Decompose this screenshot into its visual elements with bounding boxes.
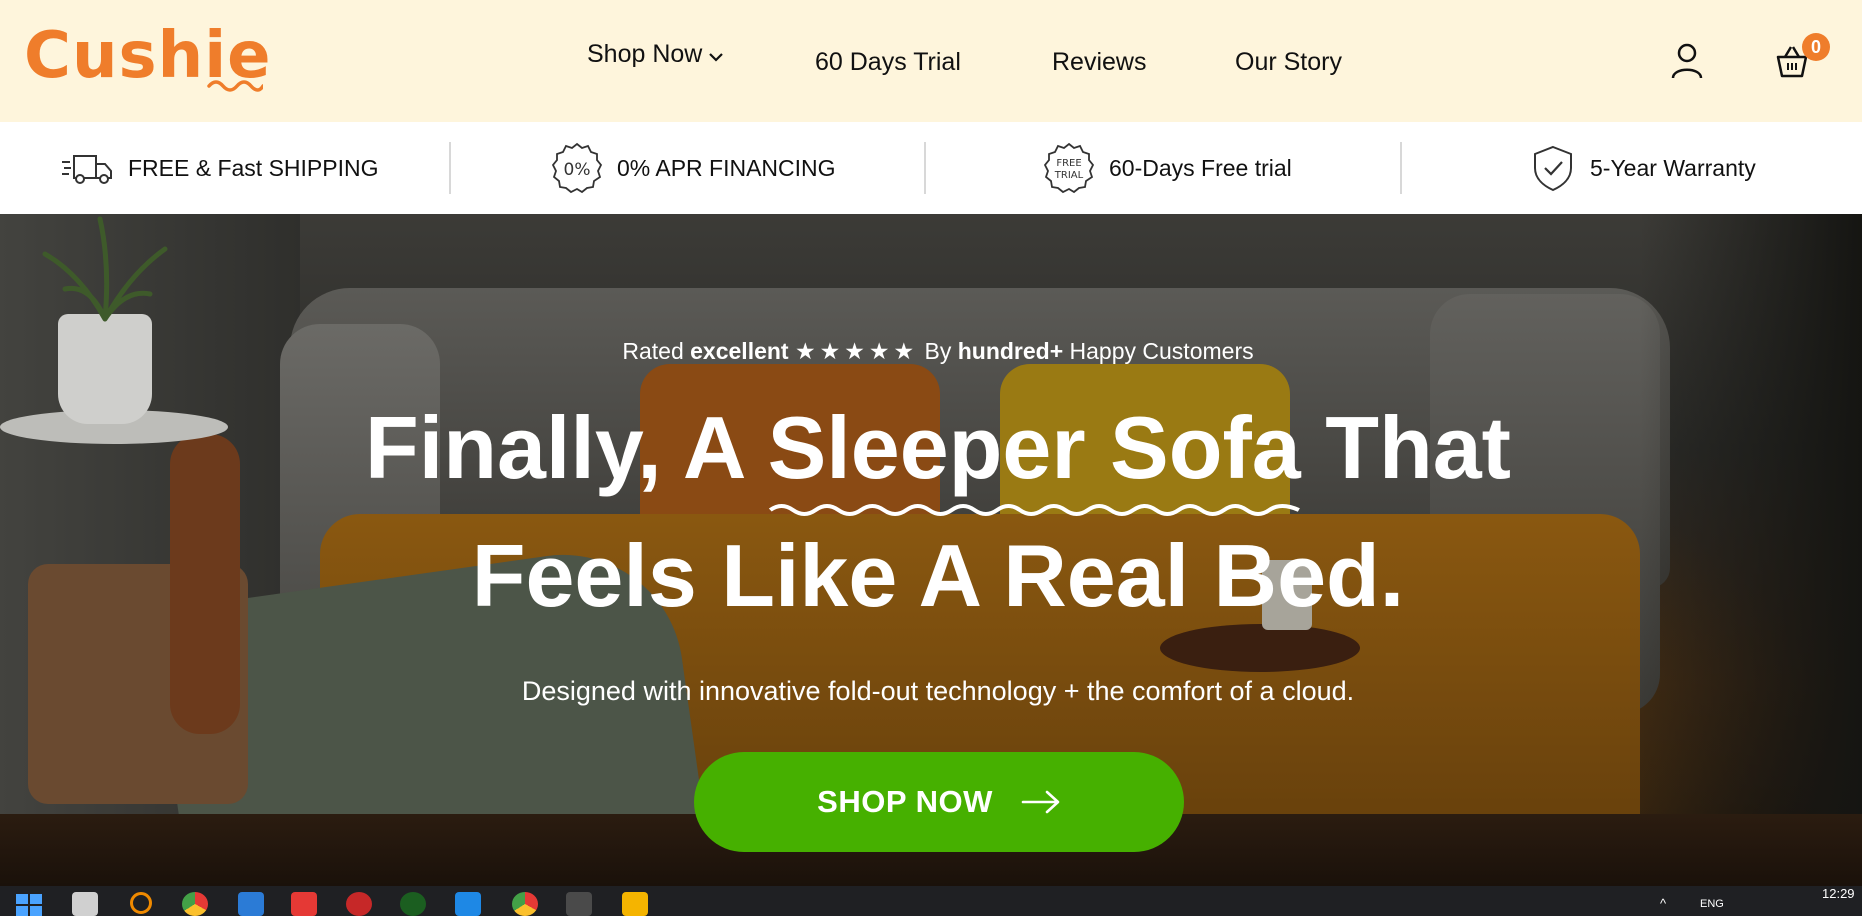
headline-part1: Finally, A [365, 398, 744, 497]
benefit-divider [924, 142, 926, 194]
windows-start-icon[interactable] [16, 894, 42, 916]
rating-by: By [924, 338, 952, 364]
benefit-financing-label: 0% APR FINANCING [617, 154, 836, 181]
svg-text:TRIAL: TRIAL [1054, 170, 1084, 181]
benefit-warranty-label: 5-Year Warranty [1590, 154, 1756, 181]
nav-shop-now[interactable]: Shop Now [587, 32, 724, 77]
rating-suffix: Happy Customers [1069, 338, 1254, 364]
app-red-icon[interactable] [291, 892, 317, 916]
percent-badge-icon: 0% [551, 142, 603, 194]
sublime-icon[interactable] [566, 892, 592, 916]
free-trial-badge-icon: FREE TRIAL [1043, 142, 1095, 194]
arrow-right-icon [1021, 790, 1060, 814]
svg-text:0%: 0% [564, 160, 591, 180]
chrome-icon[interactable] [512, 892, 538, 916]
user-icon[interactable] [1670, 42, 1704, 80]
benefit-divider [449, 142, 451, 194]
hero-section: Rated excellent ★★★★★ By hundred+ Happy … [0, 214, 1862, 886]
hero-content: Rated excellent ★★★★★ By hundred+ Happy … [0, 214, 1862, 886]
headline-wave-underline [768, 504, 1300, 516]
vscode-icon[interactable] [455, 892, 481, 916]
benefit-free-trial: FREE TRIAL 60-Days Free trial [1043, 122, 1292, 214]
rating-stars: ★★★★★ [794, 338, 919, 364]
benefit-financing: 0% 0% APR FINANCING [551, 122, 836, 214]
hero-headline: Finally, A Sleeper Sofa That Feels Like … [0, 384, 1862, 640]
cart-count-badge: 0 [1802, 33, 1830, 61]
nav-reviews[interactable]: Reviews [1052, 40, 1146, 84]
language-indicator[interactable]: ENG [1700, 898, 1724, 910]
search-app-icon[interactable] [130, 892, 152, 914]
file-explorer-icon[interactable] [622, 892, 648, 916]
headline-accent: Sleeper Sofa [767, 384, 1301, 516]
logo-wave-underline [207, 80, 263, 92]
nav-shop-now-label: Shop Now [587, 40, 703, 68]
site-header: Cushie Shop Now 60 Days Trial Reviews Ou… [0, 0, 1862, 122]
os-taskbar: ^ ENG 12:29 [0, 886, 1862, 916]
benefit-shipping: FREE & Fast SHIPPING [60, 122, 379, 214]
hero-subtext: Designed with innovative fold-out techno… [521, 676, 1355, 706]
shop-now-button[interactable]: SHOP NOW [694, 752, 1184, 852]
nav-our-story[interactable]: Our Story [1235, 40, 1342, 84]
chevron-down-icon [708, 33, 724, 77]
app-bug-icon[interactable] [346, 892, 372, 916]
rating-prefix: Rated [622, 338, 684, 364]
headline-accent-text: Sleeper Sofa [767, 398, 1301, 497]
clock-time[interactable]: 12:29 [1822, 886, 1855, 901]
shop-now-button-label: SHOP NOW [817, 784, 993, 819]
headline-line2: Feels Like A Real Bed. [471, 526, 1405, 625]
task-view-icon[interactable] [72, 892, 98, 916]
shield-check-icon [1534, 145, 1572, 192]
main-nav: Shop Now 60 Days Trial Reviews Our Story [0, 36, 1862, 80]
rating-count: hundred+ [957, 338, 1064, 364]
benefit-divider [1400, 142, 1402, 194]
headline-part2: That [1325, 398, 1511, 497]
app-green-icon[interactable] [400, 892, 426, 916]
benefits-bar: FREE & Fast SHIPPING 0% 0% APR FINANCING… [0, 122, 1862, 214]
fast-truck-icon [62, 155, 112, 184]
rating-word: excellent [690, 338, 789, 364]
benefit-warranty: 5-Year Warranty [1530, 122, 1756, 214]
chrome-icon[interactable] [182, 892, 208, 916]
nav-60-days-trial[interactable]: 60 Days Trial [815, 40, 961, 84]
chevron-up-icon[interactable]: ^ [1660, 896, 1666, 911]
svg-text:FREE: FREE [1056, 158, 1081, 169]
app-window-icon[interactable] [238, 892, 264, 916]
benefit-free-trial-label: 60-Days Free trial [1109, 154, 1292, 181]
rating-line: Rated excellent ★★★★★ By hundred+ Happy … [0, 338, 1862, 365]
benefit-shipping-label: FREE & Fast SHIPPING [128, 154, 379, 181]
